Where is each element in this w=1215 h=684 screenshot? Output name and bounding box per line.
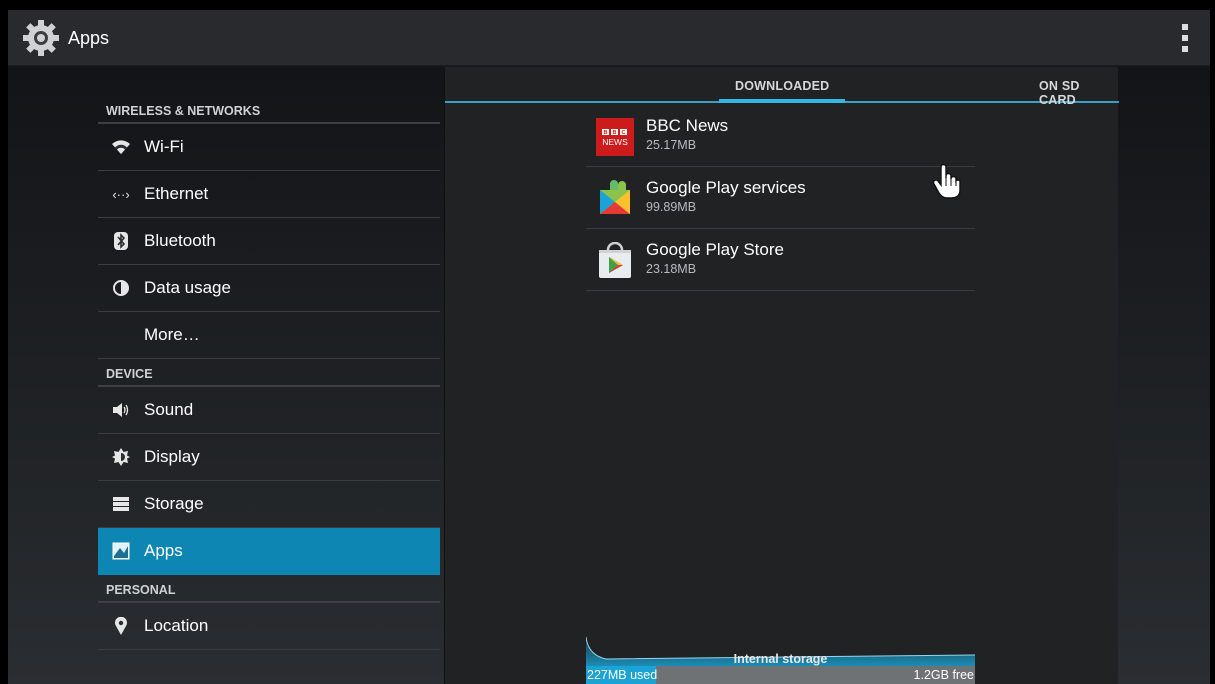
sidebar-item-label: Data usage: [144, 278, 231, 297]
sidebar-item-label: Storage: [144, 494, 204, 513]
app-size: 25.17MB: [646, 138, 697, 152]
sidebar-item-label: Bluetooth: [144, 231, 216, 250]
apps-icon: [110, 540, 132, 562]
sidebar-item-ethernet[interactable]: ‹··› Ethernet: [98, 171, 440, 218]
app-name: Google Play Store: [646, 240, 784, 259]
sidebar-item-label: More…: [144, 325, 200, 344]
page-title: Apps: [68, 28, 110, 48]
tab-downloaded[interactable]: DOWNLOADED: [718, 79, 846, 103]
section-header-wireless: WIRELESS & NETWORKS: [98, 90, 440, 124]
bbc-news-icon: B B C NEWS: [596, 118, 634, 156]
sidebar-item-bluetooth[interactable]: Bluetooth: [98, 218, 440, 265]
app-name: BBC News: [646, 116, 729, 135]
bluetooth-icon: [110, 230, 132, 252]
sidebar-item-sound[interactable]: Sound: [98, 387, 440, 434]
sidebar-item-location[interactable]: Location: [98, 603, 440, 650]
sidebar-item-storage[interactable]: Storage: [98, 481, 440, 528]
bbc-logo-news: NEWS: [602, 137, 628, 147]
sidebar-item-label: Ethernet: [144, 184, 209, 203]
sidebar-item-wifi[interactable]: Wi-Fi: [98, 124, 440, 171]
screen: Apps WIRELESS & NETWORKS Wi-Fi ‹··› Ethe…: [8, 10, 1210, 684]
apps-content-pane: DOWNLOADED ON SD CARD B B C NEWS BBC New…: [444, 67, 1119, 684]
storage-used-label: 227MB used: [587, 668, 658, 682]
sound-icon: [110, 399, 132, 421]
play-services-icon: [600, 180, 630, 214]
app-list: B B C NEWS BBC News 25.17MB Google Play …: [586, 105, 975, 291]
wifi-icon: [110, 136, 132, 158]
bbc-logo-letter: B: [604, 130, 608, 136]
hand-pointer-cursor-icon: [932, 164, 961, 199]
storage-bar: 227MB used 1.2GB free: [586, 666, 975, 684]
internal-storage-meter: Internal storage 227MB used 1.2GB free: [586, 637, 975, 684]
sidebar-item-data-usage[interactable]: Data usage: [98, 265, 440, 312]
sidebar-item-label: Sound: [144, 400, 194, 419]
overflow-menu-icon[interactable]: [1180, 24, 1190, 52]
storage-free-label: 1.2GB free: [913, 668, 974, 682]
location-icon: [110, 615, 132, 637]
action-bar: Apps: [8, 10, 1210, 66]
app-list-item-bbc-news[interactable]: B B C NEWS BBC News 25.17MB: [586, 105, 975, 167]
settings-gear-icon[interactable]: [22, 19, 60, 57]
play-store-icon: [599, 242, 631, 278]
app-size: 99.89MB: [646, 200, 697, 214]
section-header-device: DEVICE: [98, 359, 440, 387]
section-header-personal: PERSONAL: [98, 575, 440, 603]
bbc-logo-letter: C: [622, 130, 626, 136]
settings-sidebar: WIRELESS & NETWORKS Wi-Fi ‹··› Ethernet …: [98, 90, 440, 684]
sidebar-item-label: Display: [144, 447, 200, 466]
sidebar-item-apps[interactable]: Apps: [98, 528, 440, 575]
data-usage-icon: [110, 277, 132, 299]
display-icon: [110, 446, 132, 468]
app-size: 23.18MB: [646, 262, 697, 276]
app-list-item-google-play-store[interactable]: Google Play Store 23.18MB: [586, 229, 975, 291]
ethernet-icon: ‹··›: [112, 186, 130, 202]
sidebar-item-label: Location: [144, 616, 209, 635]
storage-icon: [110, 493, 132, 515]
storage-label: Internal storage: [733, 652, 828, 666]
app-list-item-google-play-services[interactable]: Google Play services 99.89MB: [586, 167, 975, 229]
app-name: Google Play services: [646, 178, 806, 197]
sidebar-item-label: Wi-Fi: [144, 137, 184, 156]
bbc-logo-letter: B: [613, 130, 617, 136]
sidebar-item-label: Apps: [144, 541, 183, 560]
sidebar-item-display[interactable]: Display: [98, 434, 440, 481]
sidebar-item-more[interactable]: More…: [98, 312, 440, 359]
tab-on-sd-card[interactable]: ON SD CARD: [1039, 79, 1119, 107]
tab-bar: DOWNLOADED ON SD CARD: [445, 67, 1119, 107]
